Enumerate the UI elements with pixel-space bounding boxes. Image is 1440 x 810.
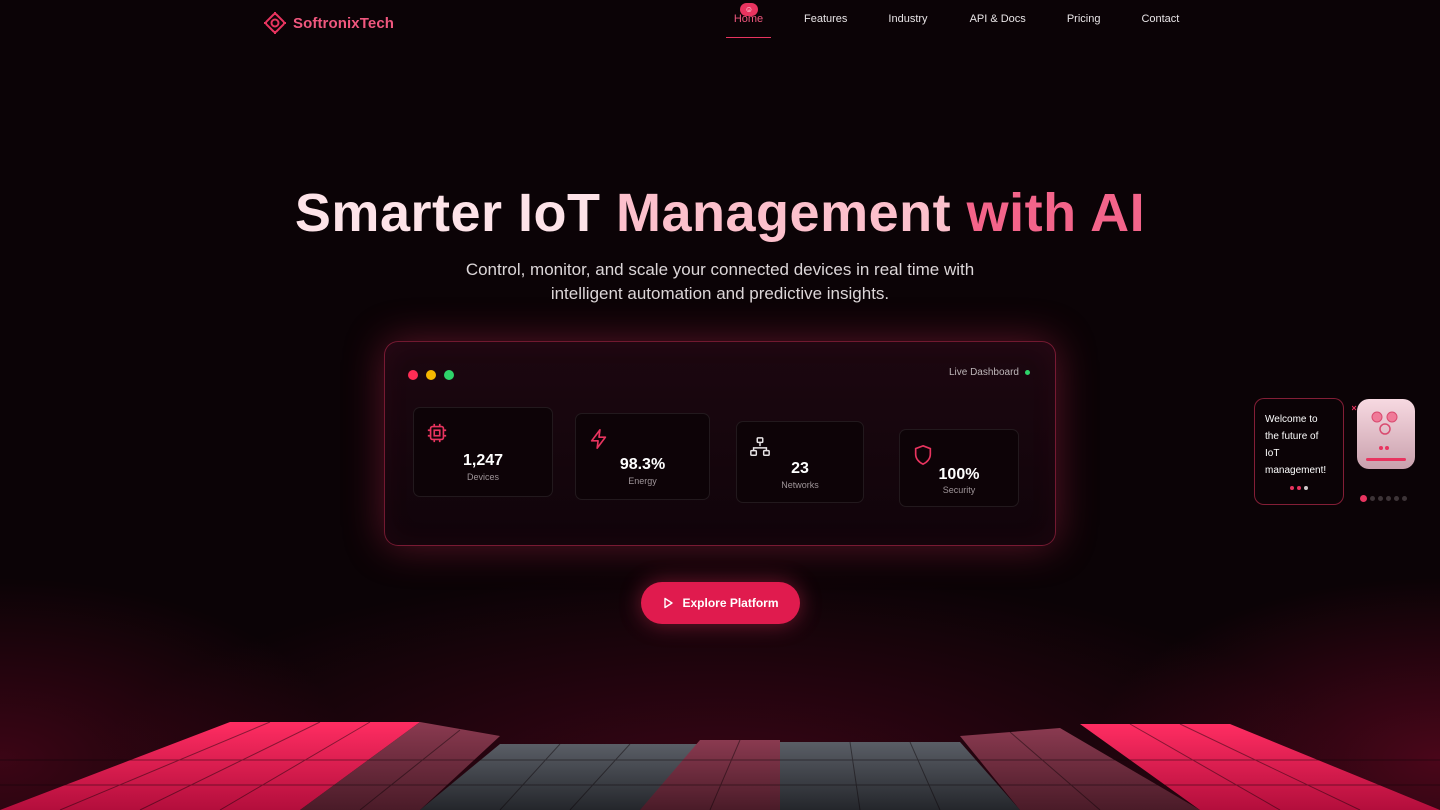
robot-icon[interactable] <box>1352 396 1418 472</box>
window-dot-yellow <box>426 370 436 380</box>
pager-dot[interactable] <box>1386 496 1391 501</box>
stat-label: Energy <box>628 476 657 486</box>
live-status-dot <box>1025 370 1030 375</box>
live-indicator: Live Dashboard <box>949 367 1030 378</box>
nav-features[interactable]: Features <box>796 0 855 38</box>
stat-card-security[interactable]: 100% Security <box>899 429 1019 507</box>
typing-dot <box>1304 486 1308 490</box>
nav-industry[interactable]: Industry <box>880 0 935 38</box>
stat-card-networks[interactable]: 23 Networks <box>736 421 864 503</box>
live-dashboard-panel: Live Dashboard 1,247 Devices 98.3% Energ… <box>384 341 1056 546</box>
window-dot-green <box>444 370 454 380</box>
stat-value: 100% <box>938 466 980 483</box>
pager-dot[interactable] <box>1378 496 1383 501</box>
live-label: Live Dashboard <box>948 367 1019 378</box>
stat-value: 1,247 <box>462 452 504 469</box>
hero-title: Smarter IoT Management with AI <box>0 182 1440 244</box>
hero-subtitle-line1: Control, monitor, and scale your connect… <box>465 260 975 279</box>
pager-dot[interactable] <box>1394 496 1399 501</box>
lightning-icon <box>590 429 607 449</box>
nav-home[interactable]: ☺ Home <box>726 0 771 38</box>
hero-subtitle: Control, monitor, and scale your connect… <box>420 258 1020 306</box>
carousel-pager <box>1360 495 1407 502</box>
stat-card-energy[interactable]: 98.3% Energy <box>575 413 710 500</box>
explore-platform-button[interactable]: Explore Platform <box>641 582 800 624</box>
stat-label: Devices <box>466 472 499 482</box>
typing-dot <box>1290 486 1294 490</box>
stat-label: Security <box>942 485 976 495</box>
stat-value: 23 <box>791 460 809 477</box>
brand-name: SoftronixTech <box>293 14 395 32</box>
stat-value: 98.3% <box>619 456 666 473</box>
brand-logo[interactable]: SoftronixTech <box>263 11 394 35</box>
robot-badge-icon: ☺ <box>740 3 758 16</box>
hero-title-part1: Smarter IoT <box>294 183 601 243</box>
typing-dot <box>1297 486 1301 490</box>
stat-label: Networks <box>781 480 819 490</box>
stat-card-devices[interactable]: 1,247 Devices <box>413 407 553 497</box>
chip-logo-icon <box>264 12 286 34</box>
typing-indicator <box>1290 486 1308 490</box>
explore-platform-label: Explore Platform <box>682 596 779 610</box>
hero-title-part3: with AI <box>966 183 1146 243</box>
pager-dot[interactable] <box>1370 496 1375 501</box>
play-icon <box>664 597 674 609</box>
hero-subtitle-line2: intelligent automation and predictive in… <box>550 284 890 303</box>
chip-icon <box>427 423 447 443</box>
hero-title-part2: Management <box>616 183 952 243</box>
main-nav: ☺ Home Features Industry API & Docs Pric… <box>726 0 1187 40</box>
window-dot-red <box>408 370 418 380</box>
network-icon <box>750 437 770 456</box>
chat-welcome-bubble[interactable]: Welcome to the future of IoT management! <box>1254 398 1344 505</box>
pager-dot[interactable] <box>1402 496 1407 501</box>
nav-pricing[interactable]: Pricing <box>1059 0 1109 38</box>
shield-icon <box>914 444 932 466</box>
decorative-tile-floor <box>0 721 1440 810</box>
chat-message: Welcome to the future of IoT management! <box>1265 414 1327 476</box>
nav-contact[interactable]: Contact <box>1133 0 1187 38</box>
pager-dot[interactable] <box>1360 495 1367 502</box>
nav-api-docs[interactable]: API & Docs <box>962 0 1034 38</box>
